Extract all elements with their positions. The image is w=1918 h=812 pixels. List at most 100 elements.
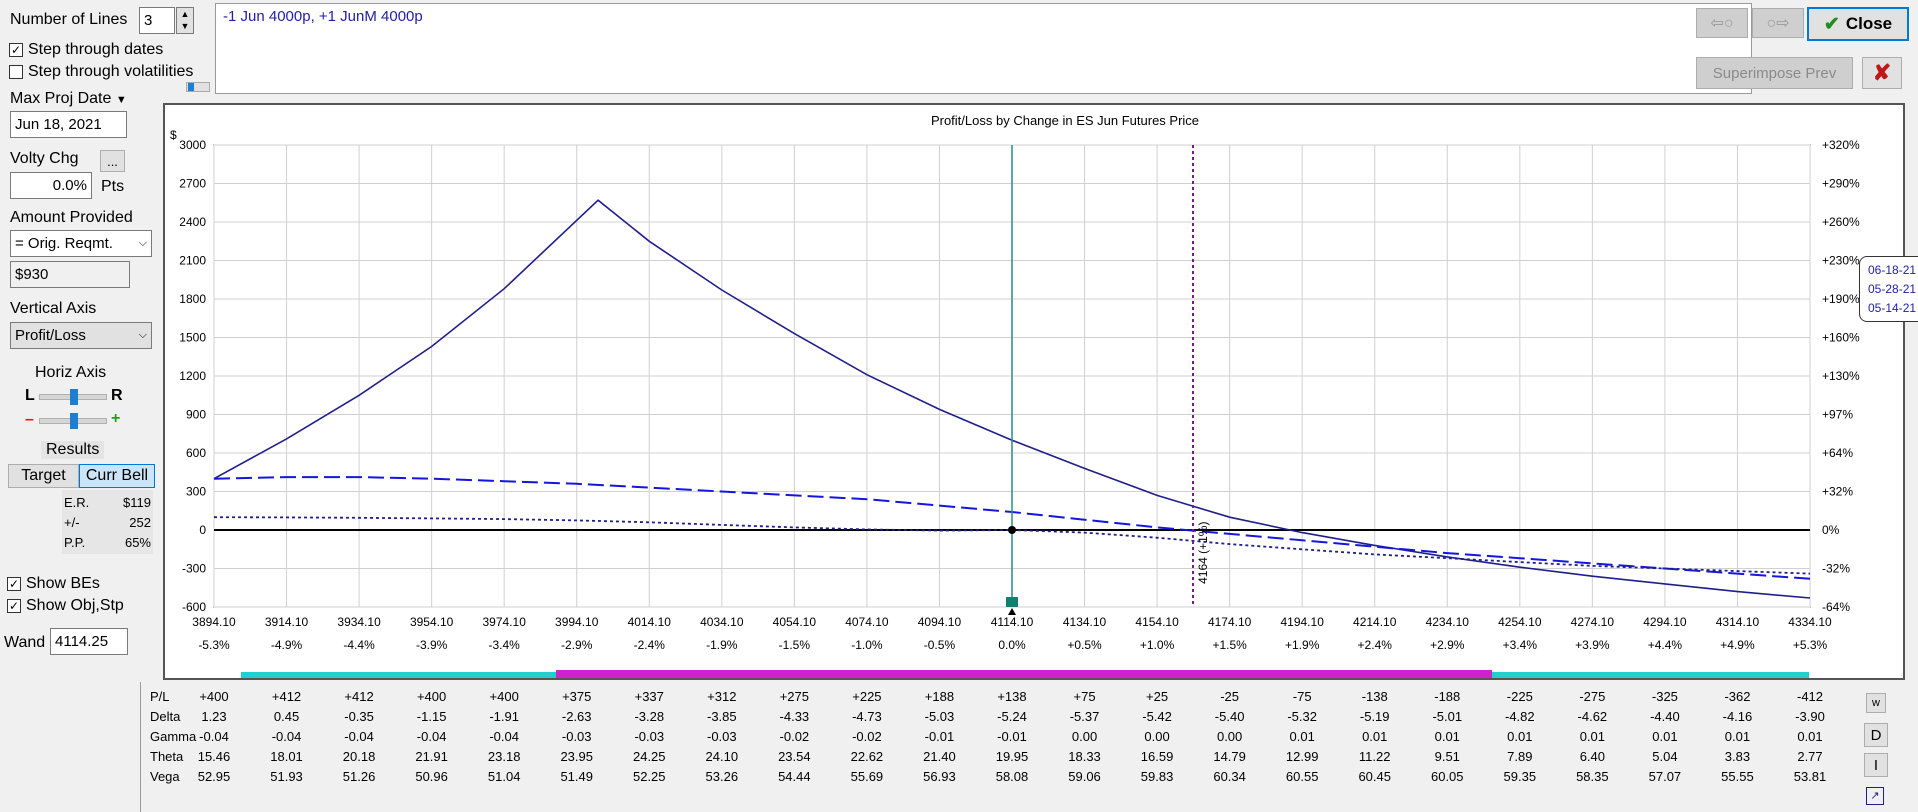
table-cell: 60.55 — [1285, 769, 1319, 784]
table-cell: -4.82 — [1504, 709, 1535, 724]
x-pct-label: -3.9% — [416, 638, 448, 652]
y-tick-label-right: +130% — [1822, 369, 1860, 383]
max-proj-date-label[interactable]: Max Proj Date ▼ — [10, 90, 127, 108]
horiz-r-label: R — [111, 387, 123, 404]
number-of-lines-spinner[interactable]: ▲ ▼ — [176, 7, 194, 34]
cancel-x-button[interactable]: ✘ — [1862, 57, 1902, 89]
table-cell: 51.93 — [270, 769, 303, 784]
y-tick-label: -300 — [182, 562, 206, 576]
horiz-lr-slider[interactable] — [39, 389, 107, 405]
x-tick-label: 4114.10 — [991, 615, 1034, 629]
table-cell: -25 — [1220, 689, 1240, 704]
checkbox-checked-icon: ✓ — [7, 599, 21, 613]
y-tick-label: 900 — [186, 408, 206, 422]
prev-arrow-button[interactable]: ⇦○ — [1696, 8, 1748, 38]
export-icon[interactable]: ↗ — [1866, 787, 1884, 805]
table-cell: -188 — [1434, 689, 1461, 704]
x-tick-label: 4234.10 — [1426, 615, 1470, 629]
table-cell: 58.35 — [1576, 769, 1609, 784]
table-cell: 57.07 — [1648, 769, 1682, 784]
chart-frame: Profit/Loss by Change in ES Jun Futures … — [163, 103, 1918, 680]
vertical-axis-select[interactable]: Profit/Loss ⌵ — [10, 322, 152, 349]
table-row-label: P/L — [150, 689, 170, 704]
checkbox-unchecked-icon — [9, 65, 23, 79]
table-cell: -3.90 — [1795, 709, 1825, 724]
x-pct-label: -3.4% — [489, 638, 521, 652]
table-cell: +412 — [271, 689, 302, 704]
close-x-icon: ✘ — [1872, 60, 1892, 85]
table-cell: +225 — [852, 689, 882, 704]
table-cell: 50.96 — [415, 769, 448, 784]
table-cell: -0.35 — [344, 709, 374, 724]
table-i-button[interactable]: I — [1864, 753, 1888, 777]
close-button[interactable]: ✔ Close — [1807, 7, 1909, 41]
volty-chg-input[interactable]: 0.0% — [10, 172, 92, 199]
table-cell: 24.10 — [705, 749, 739, 764]
table-d-button[interactable]: D — [1864, 723, 1888, 747]
table-cell: 60.05 — [1430, 769, 1464, 784]
number-of-lines-input[interactable]: 3 — [139, 7, 175, 34]
table-cell: 11.22 — [1358, 749, 1391, 764]
pl-chart[interactable]: Profit/Loss by Change in ES Jun Futures … — [165, 105, 1903, 678]
table-cell: 5.04 — [1652, 749, 1678, 764]
y-tick-label: 2700 — [179, 177, 206, 191]
spin-up-icon[interactable]: ▲ — [177, 8, 193, 20]
table-cell: 0.01 — [1797, 729, 1823, 744]
show-bes-checkbox[interactable]: ✓ Show BEs — [7, 575, 100, 593]
next-arrow-button[interactable]: ○⇨ — [1752, 8, 1804, 38]
x-pct-label: -4.9% — [271, 638, 303, 652]
strategy-editor[interactable]: -1 Jun 4000p, +1 JunM 4000p — [215, 3, 1752, 94]
y-tick-label: 1200 — [179, 369, 206, 383]
x-tick-label: 4194.10 — [1280, 615, 1324, 629]
table-cell: +375 — [562, 689, 592, 704]
x-tick-label: 4094.10 — [918, 615, 962, 629]
chevron-down-icon: ⌵ — [138, 237, 147, 249]
wand-input[interactable]: 4114.25 — [50, 628, 128, 655]
current-price-arrow — [1008, 608, 1016, 615]
y-tick-label: 300 — [186, 485, 206, 499]
y-tick-label-right: +230% — [1822, 254, 1860, 268]
table-cell: +25 — [1146, 689, 1169, 704]
horiz-zoom-slider[interactable] — [39, 413, 107, 429]
volty-more-button[interactable]: ... — [100, 150, 125, 172]
step-vol-checkbox[interactable]: Step through volatilities — [9, 63, 193, 81]
amount-value-field: $930 — [10, 261, 130, 288]
results-label: Results — [41, 441, 105, 459]
spin-down-icon[interactable]: ▼ — [177, 20, 193, 32]
table-cell: -362 — [1724, 689, 1751, 704]
vol-slider-thumb[interactable] — [186, 82, 210, 92]
amount-provided-label: Amount Provided — [10, 209, 133, 226]
curr-bell-button[interactable]: Curr Bell — [79, 464, 155, 488]
y-tick-labels-right: +320% +290% +260% +230% +190% +160% +130% +97% +… — [1822, 138, 1860, 614]
y-tick-label-right: 0% — [1822, 523, 1840, 537]
table-cell: 51.49 — [560, 769, 593, 784]
y-tick-label: -600 — [182, 600, 206, 614]
checkbox-checked-icon: ✓ — [9, 43, 23, 57]
x-pct-label: +1.9% — [1285, 638, 1320, 652]
superimpose-prev-button[interactable]: Superimpose Prev — [1696, 57, 1853, 89]
amount-provided-select[interactable]: = Orig. Reqmt. ⌵ — [10, 230, 152, 257]
table-cell: +400 — [416, 689, 447, 704]
table-cell: -0.04 — [199, 729, 229, 744]
table-cell: -0.04 — [416, 729, 447, 744]
target-button[interactable]: Target — [8, 464, 79, 488]
table-cell: 23.95 — [560, 749, 593, 764]
max-proj-date-input[interactable]: Jun 18, 2021 — [10, 111, 127, 138]
table-cell: +412 — [344, 689, 374, 704]
x-tick-label: 3974.10 — [482, 615, 526, 629]
table-cell: -3.85 — [706, 709, 737, 724]
step-dates-checkbox[interactable]: ✓ Step through dates — [9, 41, 163, 59]
table-cell: 15.46 — [197, 749, 231, 764]
table-cell: -3.28 — [634, 709, 665, 724]
x-tick-label: 4154.10 — [1135, 615, 1179, 629]
show-obj-checkbox[interactable]: ✓ Show Obj,Stp — [7, 597, 124, 615]
strategy-text[interactable]: -1 Jun 4000p, +1 JunM 4000p — [223, 8, 423, 25]
table-w-button[interactable]: w — [1866, 693, 1886, 713]
y-tick-label-right: +97% — [1822, 408, 1853, 422]
x-pct-label: +4.9% — [1720, 638, 1755, 652]
x-tick-label: 4054.10 — [773, 615, 817, 629]
table-cell: -0.03 — [706, 729, 737, 744]
horiz-axis-label: Horiz Axis — [35, 364, 107, 381]
table-cell: 22.62 — [850, 749, 884, 764]
results-panel: E.R. $119 +/- 252 P.P. 65% — [62, 490, 153, 554]
